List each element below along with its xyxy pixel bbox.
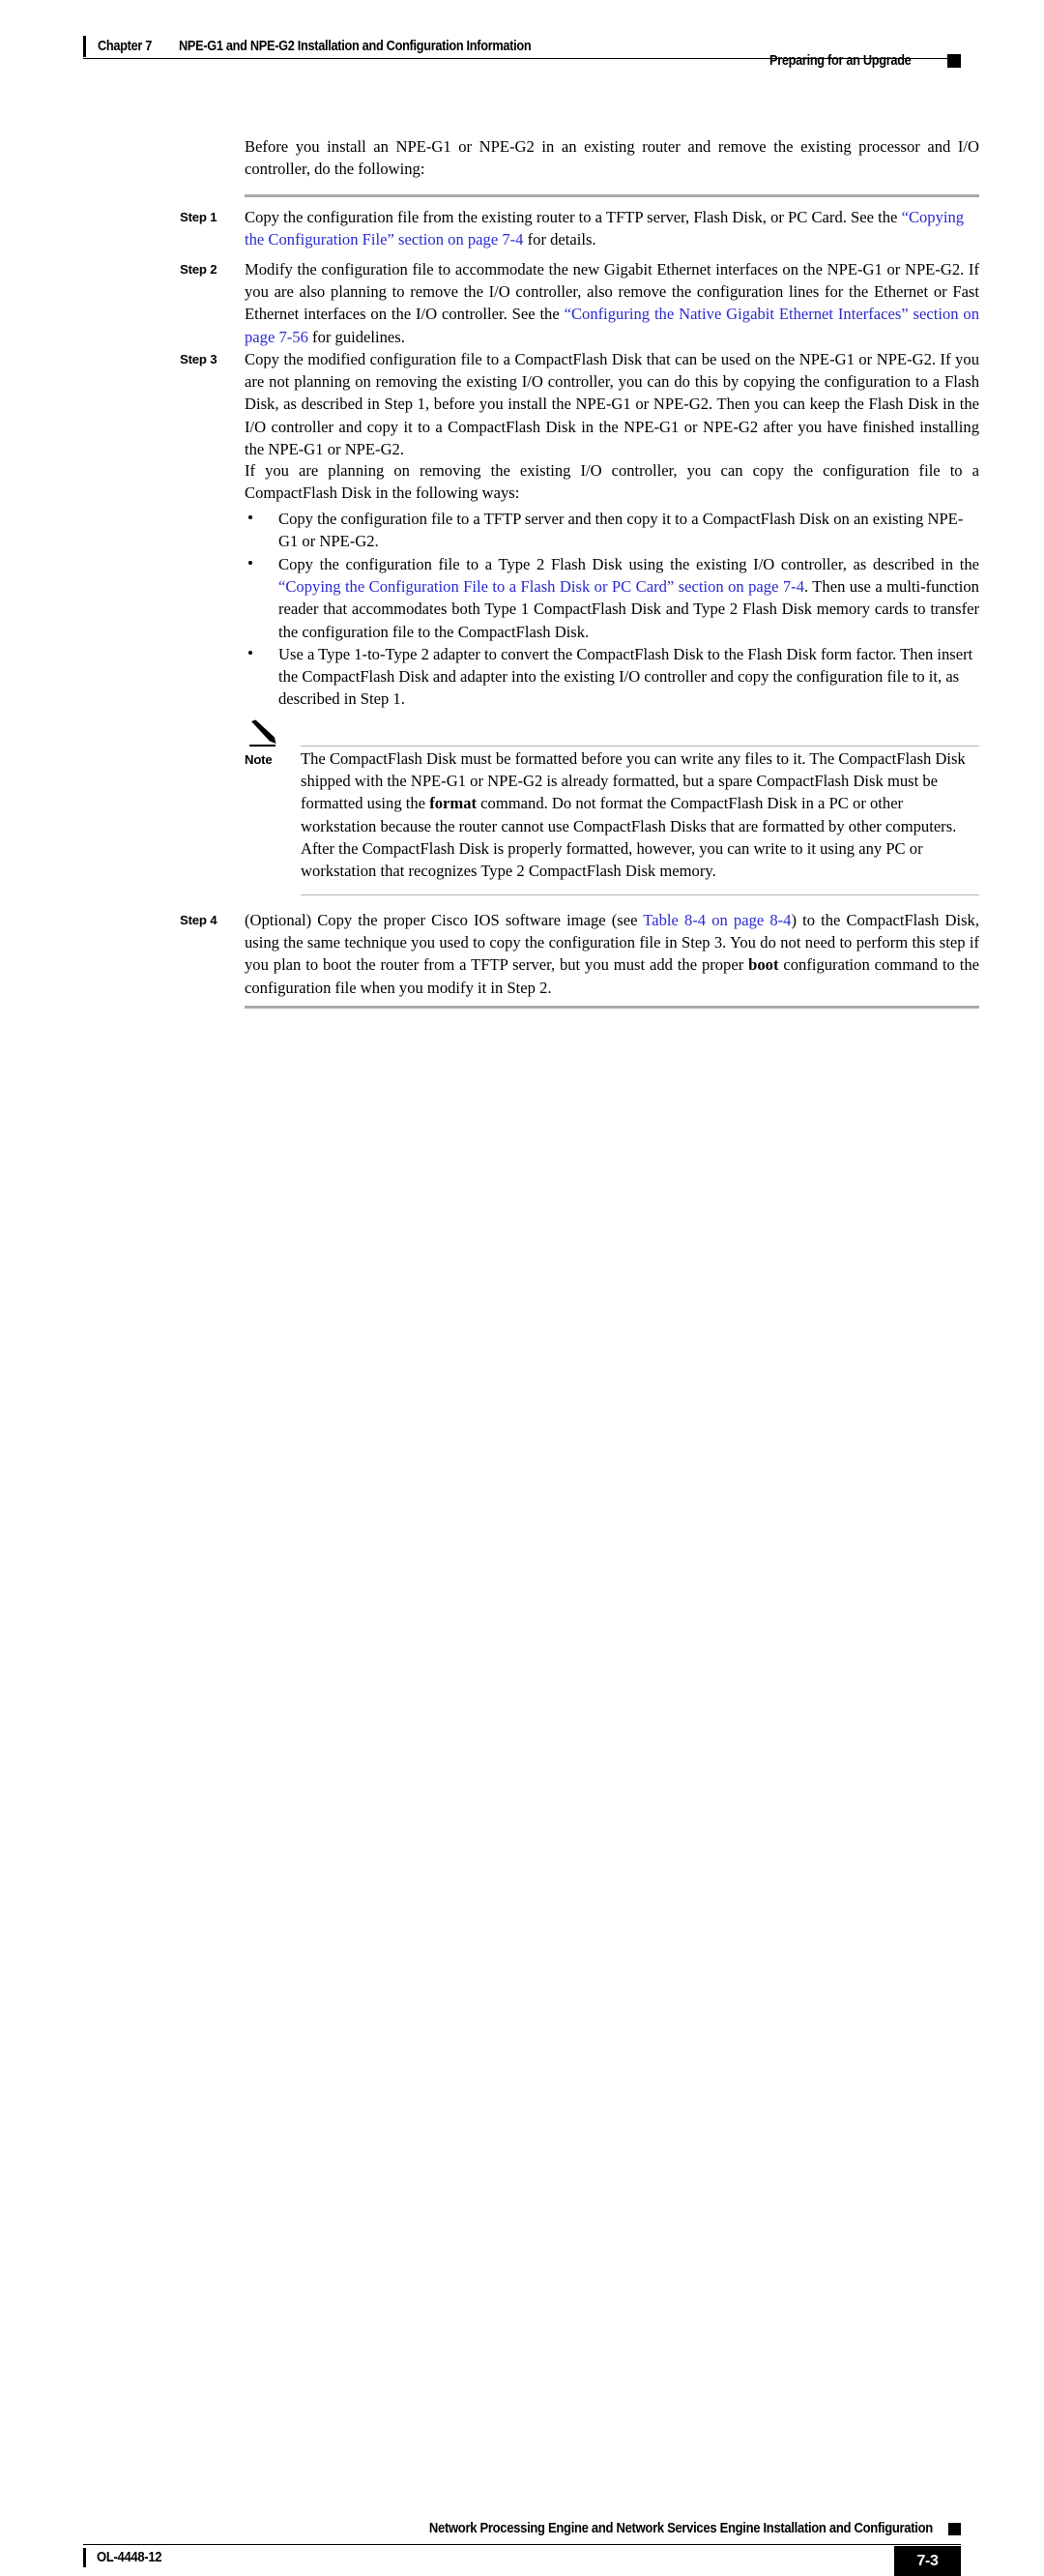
step-1-label: Step 1	[180, 210, 218, 224]
bullet-2-text: Copy the configuration file to a Type 2 …	[278, 553, 979, 643]
footer-tick-mark	[83, 2548, 86, 2567]
step-4-text-before: (Optional) Copy the proper Cisco IOS sof…	[245, 911, 644, 929]
footer-divider	[83, 2544, 961, 2546]
step-3: Step 3 Copy the modified configuration f…	[180, 348, 979, 460]
bullet-item-1: Copy the configuration file to a TFTP se…	[248, 508, 979, 552]
footer-square-marker	[948, 2522, 961, 2535]
note-bottom-rule	[301, 894, 979, 895]
header-section-title: Preparing for an Upgrade	[768, 53, 912, 69]
note-bold-command: format	[429, 794, 478, 813]
bullet-dot-icon	[248, 651, 252, 655]
footer-doc-id: OL-4448-12	[97, 2550, 162, 2565]
bullet-3-text: Use a Type 1-to-Type 2 adapter to conver…	[278, 645, 973, 709]
step-4-link[interactable]: Table 8-4 on page 8-4	[643, 911, 791, 929]
page-header: Chapter 7 NPE-G1 and NPE-G2 Installation…	[0, 0, 1044, 92]
step-2: Step 2 Modify the configuration file to …	[180, 258, 979, 348]
mid-paragraph: If you are planning on removing the exis…	[245, 461, 979, 503]
step-4-label: Step 4	[180, 913, 218, 927]
note-body: The CompactFlash Disk must be formatted …	[301, 747, 979, 882]
intro-paragraph: Before you install an NPE-G1 or NPE-G2 i…	[245, 137, 979, 179]
bullet-2-text-before: Copy the configuration file to a Type 2 …	[278, 555, 979, 573]
step-2-body: Modify the configuration file to accommo…	[245, 258, 979, 348]
page-footer: Network Processing Engine and Network Se…	[0, 1254, 1044, 2576]
step-1-text-before: Copy the configuration file from the exi…	[245, 208, 902, 226]
footer-doc-title: Network Processing Engine and Network Se…	[428, 2521, 933, 2536]
footer-title-row: Network Processing Engine and Network Se…	[373, 2521, 961, 2536]
bullet-1-text: Copy the configuration file to a TFTP se…	[278, 510, 964, 551]
note-label: Note	[245, 752, 273, 767]
step-2-text-after: for guidelines.	[307, 327, 405, 346]
header-chapter-row: Chapter 7 NPE-G1 and NPE-G2 Installation…	[83, 35, 579, 58]
bullet-dot-icon	[248, 561, 252, 565]
bullet-dot-icon	[248, 515, 252, 519]
footer-page-number: 7-3	[894, 2546, 961, 2576]
header-square-marker	[947, 54, 961, 68]
bullet-item-3: Use a Type 1-to-Type 2 adapter to conver…	[248, 643, 979, 711]
step-1: Step 1 Copy the configuration file from …	[180, 206, 979, 250]
steps-top-rule	[245, 194, 979, 198]
header-chapter-title: NPE-G1 and NPE-G2 Installation and Confi…	[178, 39, 532, 54]
header-tick-mark	[83, 36, 86, 57]
step-1-text-after: for details.	[523, 230, 596, 249]
bullet-2-link[interactable]: “Copying the Configuration File to a Fla…	[278, 577, 804, 596]
step-2-label: Step 2	[180, 262, 218, 277]
step-3-label: Step 3	[180, 352, 218, 366]
header-section-row: Preparing for an Upgrade	[769, 53, 961, 69]
pencil-icon	[249, 719, 288, 748]
header-chapter-label: Chapter 7	[98, 39, 153, 54]
step-4: Step 4 (Optional) Copy the proper Cisco …	[180, 909, 979, 999]
bullet-item-2: Copy the configuration file to a Type 2 …	[248, 553, 979, 643]
steps-bottom-rule	[245, 1006, 979, 1010]
step-4-bold-command: boot	[748, 955, 779, 975]
step-4-body: (Optional) Copy the proper Cisco IOS sof…	[245, 909, 979, 999]
footer-docid-row: OL-4448-12	[83, 2546, 169, 2569]
step-1-body: Copy the configuration file from the exi…	[245, 206, 979, 250]
step-3-body: Copy the modified configuration file to …	[245, 350, 979, 458]
